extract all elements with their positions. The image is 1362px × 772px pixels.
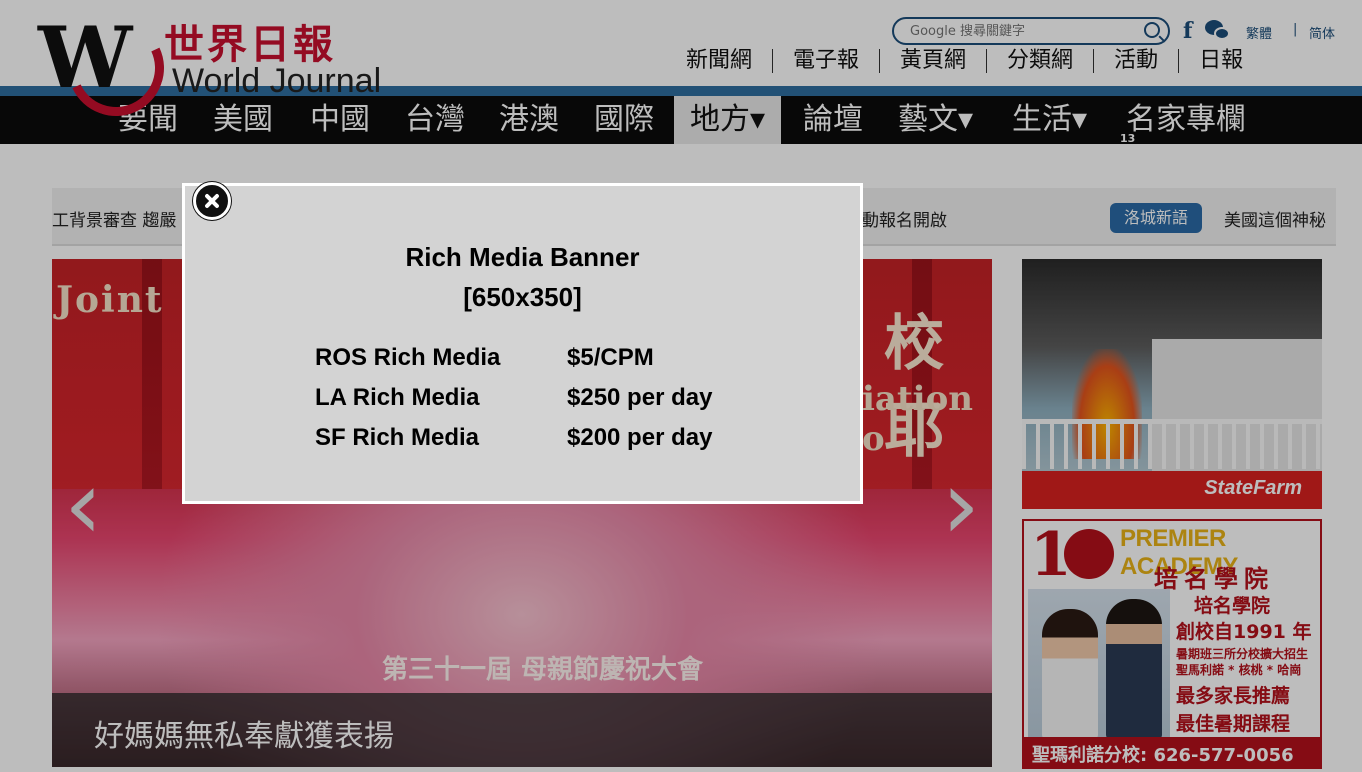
rate-name: ROS Rich Media	[315, 344, 501, 371]
rate-price: $5/CPM	[567, 344, 654, 371]
rate-name: LA Rich Media	[315, 384, 480, 411]
rich-media-banner-modal: Rich Media Banner [650x350] ROS Rich Med…	[182, 183, 863, 504]
rate-price: $200 per day	[567, 424, 713, 451]
rate-name: SF Rich Media	[315, 424, 480, 451]
modal-title: Rich Media Banner	[405, 242, 640, 272]
modal-close-icon[interactable]	[193, 182, 231, 220]
rate-price: $250 per day	[567, 384, 713, 411]
modal-size-label: [650x350]	[463, 282, 582, 312]
